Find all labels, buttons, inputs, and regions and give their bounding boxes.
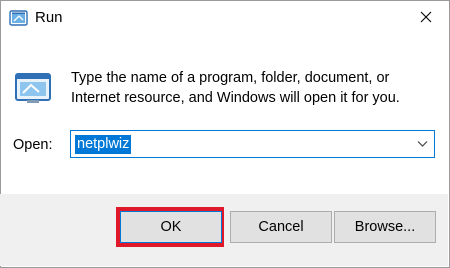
message-line-1: Type the name of a program, folder, docu… bbox=[71, 70, 390, 86]
title-bar[interactable]: Run bbox=[1, 1, 449, 35]
chevron-down-icon[interactable] bbox=[417, 140, 428, 148]
open-combobox[interactable]: netplwiz bbox=[70, 130, 435, 158]
open-input-value[interactable]: netplwiz bbox=[75, 135, 132, 154]
run-program-icon bbox=[15, 73, 51, 103]
ok-button[interactable]: OK bbox=[120, 211, 222, 243]
browse-button[interactable]: Browse... bbox=[334, 211, 436, 243]
run-icon bbox=[9, 10, 28, 26]
cancel-button[interactable]: Cancel bbox=[230, 211, 332, 243]
open-label: Open: bbox=[13, 137, 53, 153]
window-title: Run bbox=[35, 9, 63, 26]
close-button[interactable] bbox=[403, 1, 449, 33]
dialog-message: Type the name of a program, folder, docu… bbox=[71, 68, 431, 108]
close-icon bbox=[420, 11, 432, 23]
message-line-2: Internet resource, and Windows will open… bbox=[71, 90, 400, 106]
